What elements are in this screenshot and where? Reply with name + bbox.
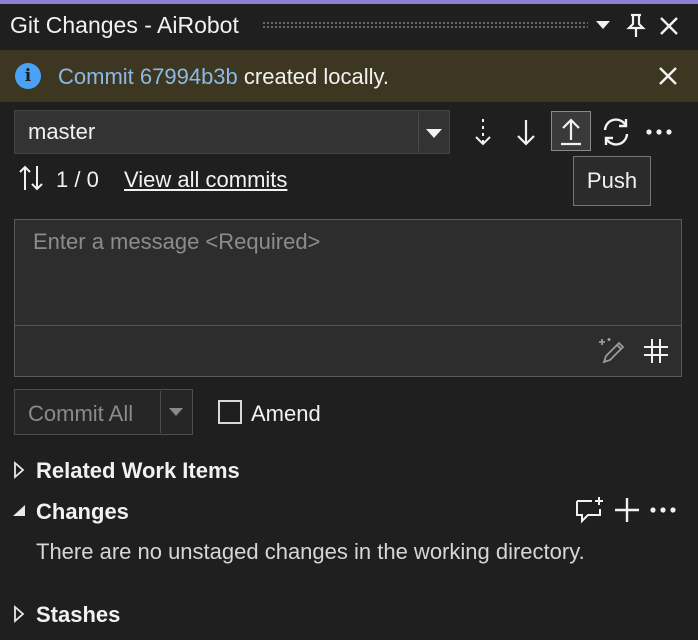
window-title: Git Changes - AiRobot [10,12,239,38]
pull-icon [517,120,535,146]
sync-icon [603,118,629,146]
no-changes-message: There are no unstaged changes in the wor… [36,539,585,564]
fetch-icon [475,119,491,146]
chevron-down-icon[interactable] [426,129,442,138]
incoming-outgoing-count: 1 / 0 [56,167,99,192]
hash-icon [644,339,668,363]
branch-divider [418,113,419,151]
more-icon [646,129,672,135]
chevron-down-icon[interactable] [169,408,183,416]
message-toolbar-divider [15,325,681,326]
push-icon [555,114,587,150]
ai-sparkle-pen-icon [599,338,625,364]
commit-message-placeholder: Enter a message <Required> [33,229,321,254]
sync-button[interactable] [599,114,633,150]
view-all-commits-link[interactable]: View all commits [124,167,287,193]
related-work-items-header[interactable]: Related Work Items [36,458,240,484]
changes-header[interactable]: Changes [36,499,129,525]
close-icon [660,17,678,35]
pin-button[interactable] [624,12,648,40]
chevron-right-icon[interactable] [13,461,25,484]
ai-review-button[interactable] [574,495,608,525]
push-tooltip: Push [573,156,651,206]
commit-button-divider [160,391,161,433]
chevron-expanded-icon[interactable] [11,503,27,522]
stashes-header[interactable]: Stashes [36,602,120,628]
reference-button[interactable] [640,336,672,366]
arrows-up-down-icon [17,163,45,193]
more-options-button[interactable] [644,118,674,146]
commit-all-label: Commit All [28,401,134,426]
amend-checkbox[interactable] [218,400,242,424]
stage-all-button[interactable] [612,495,642,525]
info-message-text: created locally. [237,64,389,89]
changes-more-button[interactable] [648,498,678,522]
chat-sparkle-icon [576,497,603,524]
amend-label[interactable]: Amend [251,401,321,427]
info-message: Commit 67994b3b created locally. [58,64,389,90]
fetch-button[interactable] [469,114,497,150]
drag-grip[interactable] [262,21,588,28]
generate-message-button[interactable] [595,335,627,367]
window-options-dropdown[interactable] [592,14,614,36]
dismiss-info-button[interactable] [654,63,682,89]
close-icon [659,67,677,85]
chevron-right-icon[interactable] [13,605,25,628]
more-icon [650,507,676,513]
close-button[interactable] [656,12,682,40]
commit-link[interactable]: Commit 67994b3b [58,64,238,89]
plus-icon [615,498,639,522]
info-icon: i [15,63,41,89]
branch-name: master [28,119,96,144]
pull-button[interactable] [512,114,540,150]
chevron-down-icon [596,21,610,29]
pin-icon [626,13,646,37]
